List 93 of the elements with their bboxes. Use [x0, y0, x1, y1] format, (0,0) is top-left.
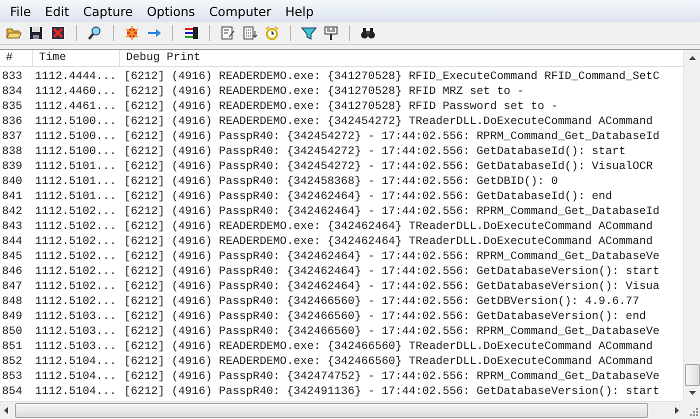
table-cell-text: [6212] (4916) PasspR40: {342462464} - 17:44:02.556: GetDatabaseId(): end: [123, 190, 614, 202]
table-cell-text: 1112.4444...: [34, 70, 118, 82]
table-cell-text: 849: [1, 310, 24, 322]
table-cell-text: 848: [1, 296, 24, 308]
scroll-up-icon[interactable]: [688, 54, 696, 63]
scroll-left-icon[interactable]: [2, 406, 11, 414]
table-cell-text: [6212] (4916) PasspR40: {342454272} - 17:44:02.556: GetDatabaseId(): VisualOCR: [123, 160, 654, 172]
cross-document-icon: [50, 25, 66, 41]
table-cell-text: [6212] (4916) READERDEMO.exe: {342462464} TReaderDLL.DoExecuteCommand ACommand: [123, 220, 654, 232]
menu-item[interactable]: Capture: [76, 4, 140, 18]
table-cell-text: [6212] (4916) PasspR40: {342462464} - 17:44:02.556: RPRM_Command_Get_DatabaseVe: [123, 250, 661, 262]
table-cell-text: [6212] (4916) PasspR40: {342454272} - 17:44:02.556: GetDatabaseId(): start: [123, 146, 627, 158]
menu-item[interactable]: Computer: [202, 4, 278, 18]
funnel-icon: [301, 25, 317, 41]
table-cell-text: 1112.5103...: [34, 340, 118, 352]
table-cell-text: [6212] (4916) READERDEMO.exe: {341270528} RFID_ExecuteCommand RFID_Command_SetC: [123, 70, 661, 82]
table-cell-text: 1112.5102...: [34, 236, 118, 248]
resize-grip-icon[interactable]: [688, 406, 698, 416]
menu-item[interactable]: File: [3, 4, 38, 18]
table-cell-text: [6212] (4916) PasspR40: {342491136} - 17:44:02.556: GetDatabaseVersion(): start: [123, 386, 661, 398]
table-cell-text: 837: [1, 130, 24, 142]
scroll-right-icon[interactable]: [672, 406, 681, 414]
table-cell-text: 850: [1, 326, 24, 338]
horizontal-scrollbar[interactable]: [0, 401, 683, 418]
table-cell-text: [6212] (4916) PasspR40: {342462464} - 17:44:02.556: GetDatabaseVersion(): start: [123, 266, 661, 278]
table-cell-text: 1112.5101...: [34, 160, 118, 172]
table-cell-text: 1112.5102...: [34, 266, 118, 278]
scroll-thumb[interactable]: [15, 402, 648, 418]
table-cell-text: [6212] (4916) PasspR40: {342462464} - 17:44:02.556: GetDatabaseVersion(): Visua: [123, 280, 661, 292]
table-cell-text: [6212] (4916) READERDEMO.exe: {342454272} TReaderDLL.DoExecuteCommand ACommand: [123, 116, 654, 128]
table-cell-text: 1112.5102...: [34, 220, 118, 232]
list-icon: [242, 25, 258, 41]
table-cell-text: [6212] (4916) READERDEMO.exe: {342462464} TReaderDLL.DoExecuteCommand ACommand: [123, 236, 654, 248]
scroll-down-icon[interactable]: [688, 388, 696, 397]
table-cell-text: 1112.5101...: [34, 190, 118, 202]
vertical-scrollbar[interactable]: [683, 50, 700, 401]
column-header[interactable]: Debug Print: [120, 50, 683, 66]
table-cell-text: [6212] (4916) PasspR40: {342458368} - 17:44:02.556: GetDBID(): 0: [123, 176, 559, 188]
scroll-thumb[interactable]: [684, 364, 700, 386]
table-cell-text: 834: [1, 86, 24, 98]
table-cell-text: 1112.4461...: [34, 100, 118, 112]
search-icon: [87, 25, 103, 41]
menu-item[interactable]: Help: [278, 4, 321, 18]
table-cell-text: [6212] (4916) PasspR40: {342462464} - 17:44:02.556: RPRM_Command_Get_DatabaseId: [123, 206, 661, 218]
table-cell-text: 846: [1, 266, 24, 278]
table-cell-text: 1112.5102...: [34, 206, 118, 218]
table-cell-text: 1112.5100...: [34, 130, 118, 142]
table-cell-text: 853: [1, 370, 24, 382]
table-cell-text: 836: [1, 116, 24, 128]
table-cell-text: 854: [1, 386, 24, 398]
table-cell-text: 1112.5102...: [34, 296, 118, 308]
table-cell-text: 842: [1, 206, 24, 218]
table-cell-text: 845: [1, 250, 24, 262]
table-cell-text: 1112.5100...: [34, 116, 118, 128]
table-cell-text: [6212] (4916) PasspR40: {342466560} - 17:44:02.556: RPRM_Command_Get_DatabaseVe: [123, 326, 661, 338]
table-cell-text: 838: [1, 146, 24, 158]
menu-item[interactable]: Edit: [38, 4, 76, 18]
table-cell-text: [6212] (4916) READERDEMO.exe: {341270528} RFID Password set to -: [123, 100, 559, 112]
table-cell-text: 1112.5104...: [34, 356, 118, 368]
table-cell-text: [6212] (4916) PasspR40: {342466560} - 17:44:02.556: GetDBVersion(): 4.9.6.77: [123, 296, 640, 308]
table-cell-text: 844: [1, 236, 24, 248]
table-cell-text: [6212] (4916) PasspR40: {342474752} - 17:44:02.556: RPRM_Command_Get_DatabaseVe: [123, 370, 661, 382]
table-cell-text: 1112.5101...: [34, 176, 118, 188]
table-cell-text: [6212] (4916) READERDEMO.exe: {342466560} TReaderDLL.DoExecuteCommand ACommand: [123, 340, 654, 352]
column-header[interactable]: #: [0, 50, 33, 66]
table-cell-text: 1112.5103...: [34, 310, 118, 322]
table-cell-text: 843: [1, 220, 24, 232]
table-cell-text: 833: [1, 70, 24, 82]
table-cell-text: [6212] (4916) PasspR40: {342466560} - 17:44:02.556: GetDatabaseVersion(): end: [123, 310, 648, 322]
table-cell-text: 839: [1, 160, 24, 172]
table-cell-text: 1112.5102...: [34, 280, 118, 292]
table-cell-text: 841: [1, 190, 24, 202]
table-cell-text: 851: [1, 340, 24, 352]
table-cell-text: [6212] (4916) READERDEMO.exe: {342466560} TReaderDLL.DoExecuteCommand ACommand: [123, 356, 654, 368]
alarm-clock-icon: [264, 25, 280, 41]
table-cell-text: [6212] (4916) PasspR40: {342454272} - 17:44:02.556: RPRM_Command_Get_DatabaseId: [123, 130, 661, 142]
table-cell-text: 1112.5104...: [34, 386, 118, 398]
edit-document-icon: [220, 25, 236, 41]
binoculars-icon: [360, 25, 376, 41]
table-cell-text: [6212] (4916) READERDEMO.exe: {341270528} RFID MRZ set to -: [123, 86, 525, 98]
menu-item[interactable]: Options: [140, 4, 202, 18]
table-cell-text: 852: [1, 356, 24, 368]
table-cell-text: 840: [1, 176, 24, 188]
table-cell-text: 1112.5103...: [34, 326, 118, 338]
column-header[interactable]: Time: [33, 50, 120, 66]
signpost-icon: [323, 25, 339, 41]
table-cell-text: 847: [1, 280, 24, 292]
table-cell-text: 835: [1, 100, 24, 112]
table-cell-text: 1112.5100...: [34, 146, 118, 158]
colored-bars-icon: [183, 25, 199, 41]
table-cell-text: 1112.5104...: [34, 370, 118, 382]
table-cell-text: 1112.5102...: [34, 250, 118, 262]
table-cell-text: 1112.4460...: [34, 86, 118, 98]
